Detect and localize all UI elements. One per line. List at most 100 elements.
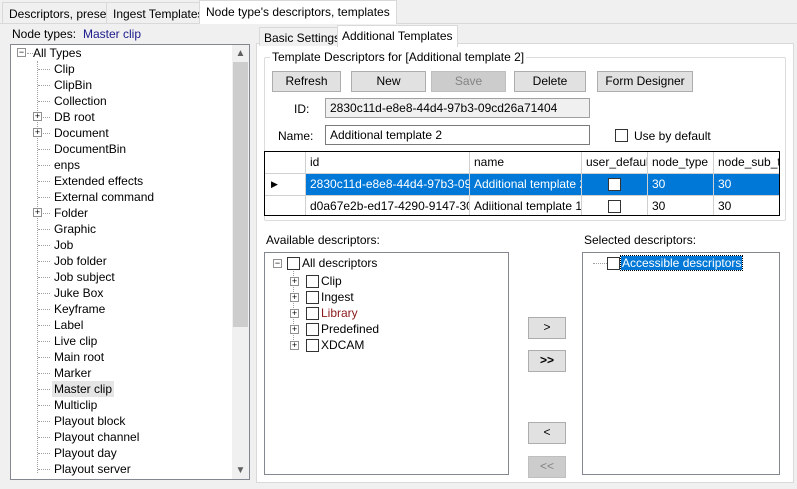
name-field[interactable]: Additional template 2 — [325, 125, 590, 145]
tree-item-label: Keyframe — [54, 302, 106, 316]
accessible-descriptors-label[interactable]: Accessible descriptors — [619, 255, 744, 271]
templates-grid[interactable]: id name user_default node_type node_sub_… — [264, 151, 780, 216]
expand-icon[interactable]: + — [290, 293, 299, 302]
list-item[interactable]: + Library — [265, 305, 465, 321]
grid-cell-id[interactable]: d0a67e2b-ed17-4290-9147-30... — [306, 196, 470, 215]
descriptor-label: Ingest — [321, 290, 354, 304]
descriptor-checkbox[interactable] — [306, 339, 319, 352]
tree-item[interactable]: + Document — [11, 125, 233, 141]
tree-item[interactable]: Keyframe — [11, 301, 233, 317]
tree-item[interactable]: Main root — [11, 349, 233, 365]
tree-item[interactable]: Label — [11, 317, 233, 333]
descriptor-checkbox[interactable] — [306, 275, 319, 288]
tree-item[interactable]: DocumentBin — [11, 141, 233, 157]
expand-icon[interactable]: + — [290, 309, 299, 318]
all-descriptors-checkbox[interactable] — [287, 257, 300, 270]
tab-additional-templates[interactable]: Additional Templates — [337, 25, 458, 47]
grid-column-header-name[interactable]: name — [470, 152, 582, 174]
all-descriptors-label: All descriptors — [302, 256, 378, 270]
expand-icon[interactable]: + — [290, 341, 299, 350]
grid-cell-node-type[interactable]: 30 — [648, 174, 714, 196]
remove-all-descriptors-button[interactable]: << — [528, 456, 566, 478]
tree-item[interactable]: Clip — [11, 61, 233, 77]
tree-item[interactable]: Playout day — [11, 445, 233, 461]
user-default-checkbox[interactable] — [608, 200, 621, 213]
grid-cell-node-sub-type[interactable]: 30 — [714, 174, 779, 196]
tab-node-type-descriptors[interactable]: Node type's descriptors, templates — [199, 0, 397, 24]
use-by-default-checkbox[interactable] — [615, 129, 628, 142]
grid-column-header-id[interactable]: id — [306, 152, 470, 174]
user-default-checkbox[interactable] — [608, 178, 621, 191]
tab-descriptors-presets[interactable]: Descriptors, presets — [2, 2, 123, 23]
tree-item[interactable]: Extended effects — [11, 173, 233, 189]
collapse-icon[interactable]: − — [273, 259, 282, 268]
tree-item[interactable]: Multiclip — [11, 397, 233, 413]
node-types-tree[interactable]: − All Types Clip ClipBin Collection + DB roo… — [10, 44, 250, 480]
tree-item[interactable]: Graphic — [11, 221, 233, 237]
list-item[interactable]: + XDCAM — [265, 337, 465, 353]
tree-item[interactable]: Job — [11, 237, 233, 253]
tab-ingest-templates[interactable]: Ingest Templates — [106, 2, 211, 23]
tree-item[interactable]: Playout server — [11, 461, 233, 477]
tree-item[interactable]: Juke Box — [11, 285, 233, 301]
tree-item[interactable]: + DB root — [11, 109, 233, 125]
remove-descriptor-button[interactable]: < — [528, 422, 566, 444]
list-item[interactable]: + Ingest — [265, 289, 465, 305]
accessible-descriptors-checkbox[interactable] — [607, 257, 620, 270]
save-button[interactable]: Save — [431, 71, 506, 92]
tree-item[interactable]: Job subject — [11, 269, 233, 285]
tree-item[interactable]: Playout channel — [11, 429, 233, 445]
tab-basic-settings[interactable]: Basic Settings — [259, 27, 346, 46]
scroll-down-icon[interactable]: ▼ — [232, 462, 249, 479]
available-descriptors-tree[interactable]: − All descriptors + Clip + Ingest + Library + P… — [264, 252, 509, 475]
refresh-button[interactable]: Refresh — [272, 71, 341, 92]
grid-column-header-node-sub-type[interactable]: node_sub_ty — [714, 152, 779, 174]
tree-item[interactable]: ClipBin — [11, 77, 233, 93]
delete-button[interactable]: Delete — [514, 71, 586, 92]
tree-vertical-scrollbar[interactable]: ▲ ▼ — [232, 45, 249, 479]
selected-descriptors-tree[interactable]: Accessible descriptors — [582, 252, 780, 475]
tree-item[interactable]: External command — [11, 189, 233, 205]
form-designer-button[interactable]: Form Designer — [597, 71, 693, 92]
add-all-descriptors-button[interactable]: >> — [528, 350, 566, 372]
tree-item[interactable]: Live clip — [11, 333, 233, 349]
grid-cell-user-default[interactable] — [582, 196, 648, 215]
grid-cell-name[interactable]: Additional template 2 — [470, 174, 582, 196]
tree-item[interactable]: Playout block — [11, 413, 233, 429]
tree-connector — [38, 229, 50, 230]
grid-cell-name[interactable]: Adiitional template 1 — [470, 196, 582, 215]
expand-icon[interactable]: + — [290, 277, 299, 286]
grid-cell-node-type[interactable]: 30 — [648, 196, 714, 215]
tree-item[interactable]: Master clip — [11, 381, 233, 397]
tree-item[interactable]: enps — [11, 157, 233, 173]
descriptor-checkbox[interactable] — [306, 291, 319, 304]
tree-root-all-types[interactable]: − All Types — [11, 45, 236, 61]
grid-cell-node-sub-type[interactable]: 30 — [714, 196, 779, 215]
tree-item-label: Label — [54, 318, 84, 332]
tree-item[interactable]: + Folder — [11, 205, 233, 221]
add-descriptor-button[interactable]: > — [528, 317, 566, 339]
grid-cell-user-default[interactable] — [582, 174, 648, 196]
new-button[interactable]: New — [351, 71, 426, 92]
tree-item[interactable]: Marker — [11, 365, 233, 381]
tree-item[interactable]: Collection — [11, 93, 233, 109]
descriptor-label: Clip — [321, 274, 342, 288]
grid-row-selector[interactable]: ▶ — [265, 174, 306, 196]
list-item[interactable]: + Predefined — [265, 321, 465, 337]
grid-column-header-user-default[interactable]: user_default — [582, 152, 648, 174]
scroll-up-icon[interactable]: ▲ — [232, 45, 249, 62]
grid-cell-id[interactable]: 2830c11d-e8e8-44d4-97b3-09... — [306, 174, 470, 196]
grid-column-header-node-type[interactable]: node_type — [648, 152, 714, 174]
tree-item[interactable]: Job folder — [11, 253, 233, 269]
expand-icon[interactable]: + — [33, 208, 42, 217]
expand-icon[interactable]: + — [33, 128, 42, 137]
id-field[interactable]: 2830c11d-e8e8-44d4-97b3-09cd26a71404 — [325, 98, 590, 118]
scrollbar-thumb[interactable] — [233, 62, 248, 327]
descriptor-checkbox[interactable] — [306, 307, 319, 320]
list-item[interactable]: + Clip — [265, 273, 465, 289]
collapse-icon[interactable]: − — [17, 48, 26, 57]
grid-row-selector[interactable] — [265, 196, 306, 215]
expand-icon[interactable]: + — [33, 112, 42, 121]
descriptor-checkbox[interactable] — [306, 323, 319, 336]
expand-icon[interactable]: + — [290, 325, 299, 334]
